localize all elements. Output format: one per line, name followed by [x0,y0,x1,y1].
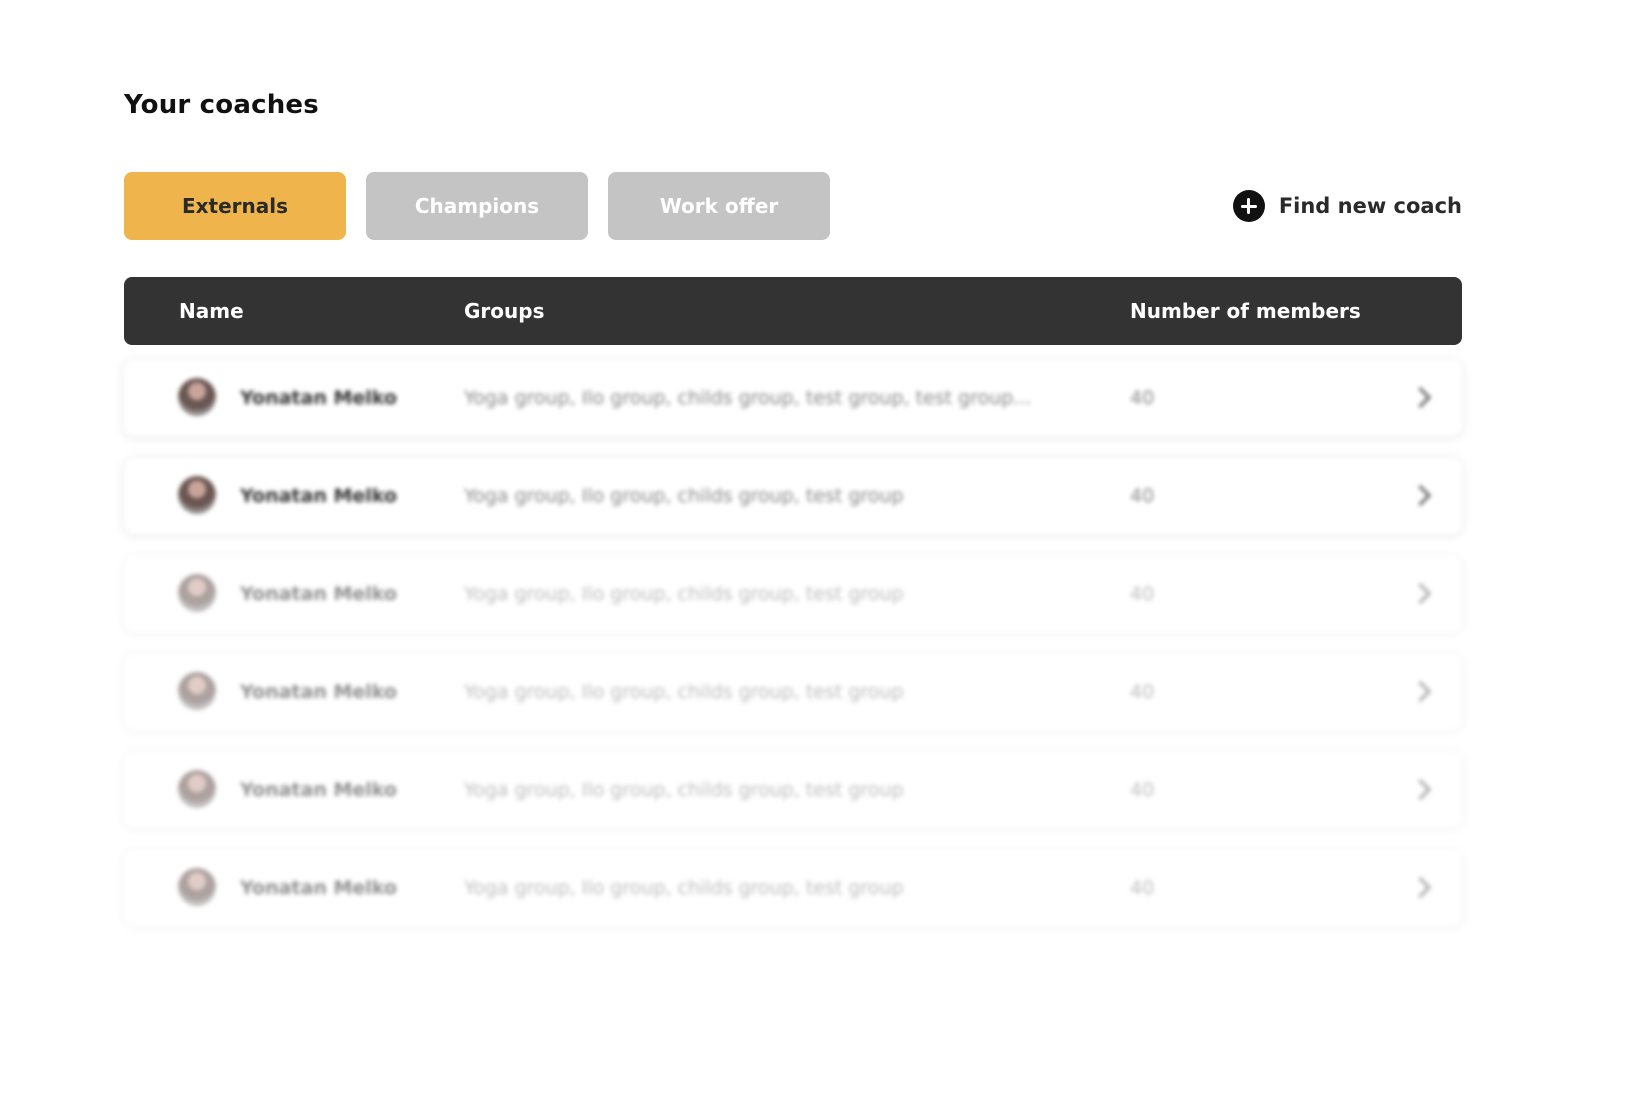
coach-groups: Yoga group, Ilo group, childs group, tes… [464,387,1032,409]
coach-members-count: 40 [1130,779,1155,801]
tab-work-offer[interactable]: Work offer [608,172,830,240]
page-title: Your coaches [124,90,319,120]
table-row[interactable]: Yonatan Melko Yoga group, Ilo group, chi… [124,360,1462,436]
coach-name: Yonatan Melko [240,877,397,899]
coach-name: Yonatan Melko [240,485,397,507]
chevron-right-icon[interactable] [1409,680,1432,703]
find-new-coach-label: Find new coach [1278,194,1462,218]
coach-name: Yonatan Melko [240,583,397,605]
plus-circle-icon [1232,190,1265,222]
chevron-right-icon[interactable] [1409,778,1432,801]
find-new-coach-button[interactable]: Find new coach [1232,190,1462,222]
coach-groups: Yoga group, Ilo group, childs group, tes… [464,583,904,605]
coach-members-count: 40 [1130,877,1155,899]
coach-name: Yonatan Melko [240,387,397,409]
column-header-members[interactable]: Number of members [1130,277,1361,345]
table-row[interactable]: Yonatan Melko Yoga group, Ilo group, chi… [124,458,1462,534]
table-row[interactable]: Yonatan Melko Yoga group, Ilo group, chi… [124,654,1462,730]
coach-members-count: 40 [1130,485,1155,507]
coach-name: Yonatan Melko [240,779,397,801]
column-header-groups[interactable]: Groups [464,277,544,345]
avatar [178,672,216,710]
coach-groups: Yoga group, Ilo group, childs group, tes… [464,681,904,703]
tab-champions[interactable]: Champions [366,172,588,240]
coach-groups: Yoga group, Ilo group, childs group, tes… [464,779,904,801]
avatar [178,770,216,808]
chevron-right-icon[interactable] [1409,386,1432,409]
coach-groups: Yoga group, Ilo group, childs group, tes… [464,877,904,899]
coach-groups: Yoga group, Ilo group, childs group, tes… [464,485,904,507]
avatar [178,574,216,612]
coach-members-count: 40 [1130,387,1155,409]
column-header-name[interactable]: Name [179,277,244,345]
table-row[interactable]: Yonatan Melko Yoga group, Ilo group, chi… [124,556,1462,632]
table-header: Name Groups Number of members [124,277,1462,345]
chevron-right-icon[interactable] [1409,876,1432,899]
avatar [178,868,216,906]
table-row[interactable]: Yonatan Melko Yoga group, Ilo group, chi… [124,752,1462,828]
coach-members-count: 40 [1130,583,1155,605]
coach-members-count: 40 [1130,681,1155,703]
tab-externals[interactable]: Externals [124,172,346,240]
avatar [178,476,216,514]
chevron-right-icon[interactable] [1409,582,1432,605]
chevron-right-icon[interactable] [1409,484,1432,507]
table-row[interactable]: Yonatan Melko Yoga group, Ilo group, chi… [124,850,1462,926]
avatar [178,378,216,416]
coach-type-tabs: Externals Champions Work offer [124,172,830,240]
coach-name: Yonatan Melko [240,681,397,703]
